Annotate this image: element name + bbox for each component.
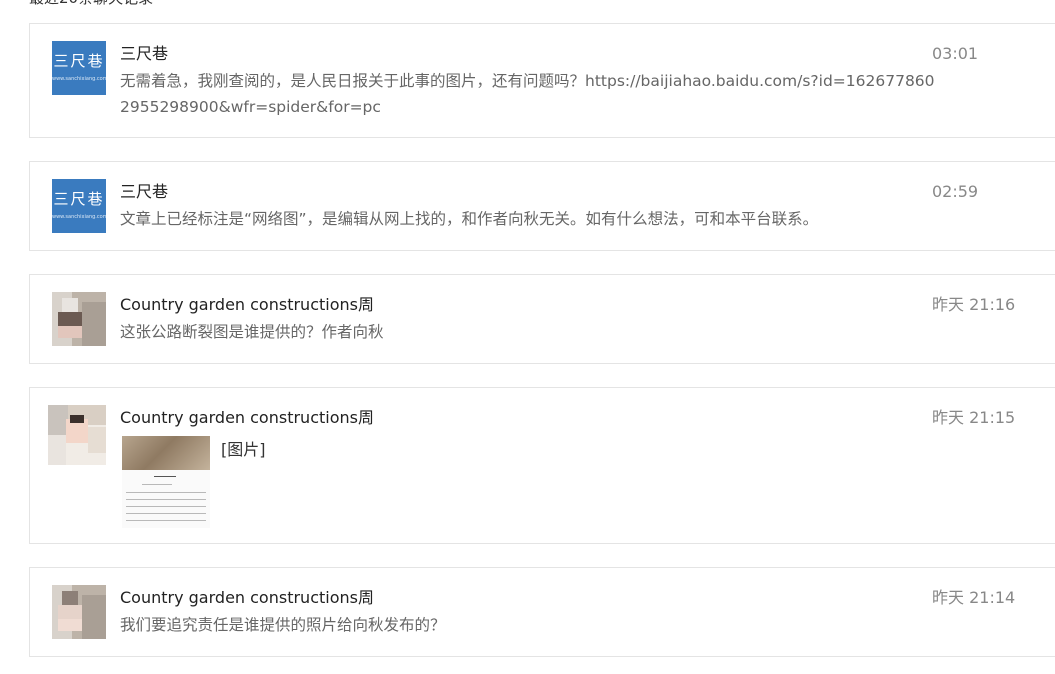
avatar-pixel [58, 326, 82, 338]
message-text: 文章上已经标注是“网络图”，是编辑从网上找的，和作者向秋无关。如有什么想法，可和… [120, 210, 819, 228]
avatar-pixel [82, 595, 106, 639]
sender-name[interactable]: Country garden constructions周 [120, 295, 374, 315]
avatar-pixel [82, 302, 106, 346]
avatar-logo-url: www.sanchixiang.com [52, 214, 106, 220]
thumbnail-text-line [126, 492, 206, 493]
avatar-logo-url: www.sanchixiang.com [52, 76, 106, 82]
sender-name[interactable]: Country garden constructions周 [120, 408, 374, 428]
chat-message-card[interactable]: 三尺巷 www.sanchixiang.com 三尺巷 02:59 文章上已经标… [29, 161, 1055, 251]
sender-name[interactable]: Country garden constructions周 [120, 588, 374, 608]
message-text: 这张公路断裂图是谁提供的？作者向秋 [120, 323, 384, 341]
message-time: 昨天 21:16 [932, 295, 1016, 314]
chat-message-card[interactable]: Country garden constructions周 昨天 21:15 [… [29, 387, 1055, 544]
avatar-logo-glyphs: 三尺巷 [53, 52, 105, 70]
message-time: 03:01 [932, 44, 979, 63]
avatar-logo-glyphs: 三尺巷 [53, 190, 105, 208]
message-time: 02:59 [932, 182, 979, 201]
avatar-pixel [58, 605, 82, 619]
thumbnail-text-line [126, 506, 206, 507]
chat-message-card[interactable]: Country garden constructions周 昨天 21:14 我… [29, 567, 1055, 657]
image-thumbnail[interactable] [122, 436, 210, 528]
message-time: 昨天 21:15 [932, 408, 1016, 427]
thumbnail-text-line [126, 499, 206, 500]
user-photo-avatar[interactable] [48, 405, 106, 465]
thumbnail-photo [122, 436, 210, 470]
sanchixiang-logo-avatar[interactable]: 三尺巷 www.sanchixiang.com [52, 41, 106, 95]
sanchixiang-logo-avatar[interactable]: 三尺巷 www.sanchixiang.com [52, 179, 106, 233]
avatar-pixel [48, 435, 66, 465]
avatar-pixel [88, 427, 106, 453]
chat-message-card[interactable]: Country garden constructions周 昨天 21:16 这… [29, 274, 1055, 364]
section-title: 最近20条聊天记录 [29, 0, 153, 8]
thumbnail-text-line [142, 484, 172, 485]
message-text: 我们要追究责任是谁提供的照片给向秋发布的？ [120, 616, 446, 634]
avatar-pixel [62, 591, 78, 605]
avatar-pixel [62, 298, 78, 312]
avatar-pixel [70, 415, 84, 423]
message-time: 昨天 21:14 [932, 588, 1016, 607]
thumbnail-text-line [126, 513, 206, 514]
avatar-pixel [58, 312, 82, 326]
avatar-pixel [48, 405, 68, 435]
user-photo-avatar[interactable] [52, 585, 106, 639]
thumbnail-text-line [154, 476, 176, 477]
image-label: [图片] [221, 440, 266, 459]
chat-message-card[interactable]: 三尺巷 www.sanchixiang.com 三尺巷 03:01 无需着急，我… [29, 23, 1055, 138]
sender-name[interactable]: 三尺巷 [120, 182, 168, 202]
sender-name[interactable]: 三尺巷 [120, 44, 168, 64]
user-photo-avatar[interactable] [52, 292, 106, 346]
message-text: 无需着急，我刚查阅的，是人民日报关于此事的图片，还有问题吗？https://ba… [120, 72, 935, 116]
avatar-pixel [58, 619, 82, 631]
thumbnail-text-line [126, 520, 206, 521]
